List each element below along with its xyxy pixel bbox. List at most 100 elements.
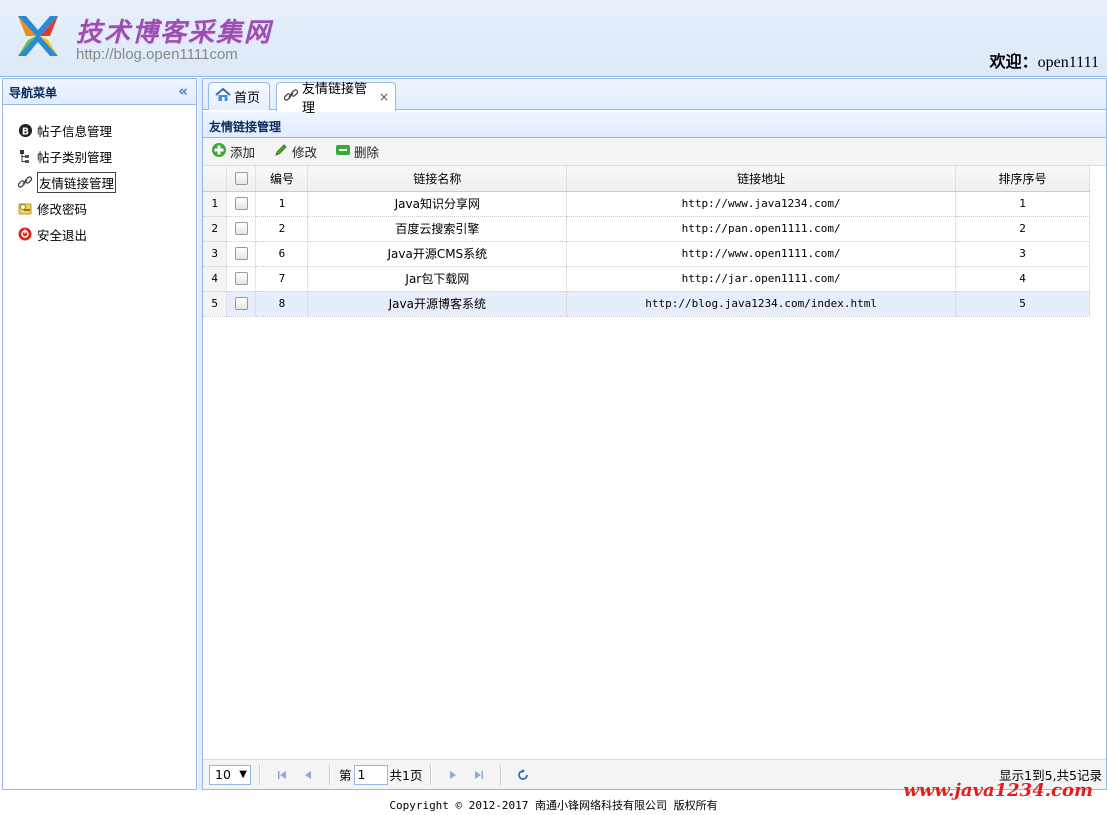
cell-order: 3 [955, 241, 1090, 267]
row-select-cell [226, 291, 257, 317]
welcome-label: 欢迎： [989, 54, 1038, 71]
row-checkbox[interactable] [234, 272, 248, 286]
cell-url: http://blog.java1234.com/index.html [566, 291, 957, 317]
sidebar-item-logout[interactable]: 安全退出 [3, 221, 196, 247]
add-icon [211, 142, 227, 161]
row-number: 1 [203, 191, 228, 217]
cell-order: 5 [955, 291, 1090, 317]
chevron-down-icon: ▼ [239, 769, 247, 780]
row-select-cell [226, 191, 257, 217]
row-number: 5 [203, 291, 228, 317]
pager-divider [500, 764, 503, 785]
sidebar-title: 导航菜单 [9, 86, 58, 100]
watermark-text: www.java1234.com [903, 780, 1093, 801]
remove-icon [335, 144, 351, 159]
delete-label: 删除 [354, 145, 380, 160]
row-checkbox[interactable] [234, 247, 248, 261]
tab-home[interactable]: 首页 [208, 82, 270, 110]
col-header-url[interactable]: 链接地址 [566, 166, 957, 192]
close-icon[interactable]: × [379, 90, 389, 104]
row-checkbox[interactable] [234, 197, 248, 211]
site-title: 技术博客采集网 [76, 18, 273, 48]
sidebar-item-label: 帖子信息管理 [37, 123, 113, 139]
page-number-input[interactable]: 1 [353, 764, 388, 785]
cell-url: http://pan.open1111.com/ [566, 216, 957, 242]
refresh-icon[interactable] [515, 767, 531, 783]
row-number: 3 [203, 241, 228, 267]
link-icon [17, 174, 33, 190]
col-header-id[interactable]: 编号 [255, 166, 309, 192]
cell-id: 2 [255, 216, 309, 242]
cell-name: Java知识分享网 [307, 191, 568, 217]
cell-name: Java开源博客系统 [307, 291, 568, 317]
prev-page-icon[interactable] [300, 767, 316, 783]
key-icon [17, 200, 33, 216]
tab-friend-links[interactable]: 友情链接管理 × [276, 82, 396, 116]
app-header: 技术博客采集网 http://blog.open1111com 欢迎：open1… [0, 0, 1107, 77]
pager-divider [259, 764, 261, 785]
sidebar-header: 导航菜单 « [3, 79, 196, 105]
row-checkbox[interactable] [234, 297, 248, 311]
select-all-header [226, 166, 257, 192]
edit-button[interactable]: 修改 [273, 142, 317, 161]
row-number: 4 [203, 266, 228, 292]
table-row[interactable]: 5 8 Java开源博客系统 http://blog.java1234.com/… [203, 291, 1090, 317]
cell-id: 8 [255, 291, 309, 317]
cell-order: 1 [955, 191, 1090, 217]
pager-divider [430, 764, 433, 785]
rownum-header [203, 166, 228, 192]
welcome-text: 欢迎：open1111 [990, 48, 1099, 72]
sidebar-item-label: 安全退出 [37, 227, 88, 243]
cell-name: Java开源CMS系统 [307, 241, 568, 267]
next-page-icon[interactable] [445, 767, 461, 783]
tab-label: 首页 [234, 91, 261, 106]
tree-icon [17, 148, 33, 164]
row-select-cell [226, 241, 257, 267]
row-checkbox[interactable] [234, 222, 248, 236]
collapse-icon[interactable]: « [178, 82, 188, 100]
add-button[interactable]: 添加 [211, 142, 255, 161]
table-row[interactable]: 3 6 Java开源CMS系统 http://www.open1111.com/… [203, 241, 1090, 267]
table-row[interactable]: 2 2 百度云搜索引擎 http://pan.open1111.com/ 2 [203, 216, 1090, 242]
sidebar-item-post-category[interactable]: 帖子类别管理 [3, 143, 196, 169]
cell-id: 1 [255, 191, 309, 217]
username: open1111 [1037, 54, 1099, 71]
exit-icon [17, 226, 33, 242]
blog-icon: B [17, 122, 33, 138]
col-header-name[interactable]: 链接名称 [307, 166, 568, 192]
table-row[interactable]: 1 1 Java知识分享网 http://www.java1234.com/ 1 [203, 191, 1090, 217]
home-icon [215, 87, 231, 106]
svg-text:B: B [21, 126, 28, 137]
sidebar-item-label: 友情链接管理 [37, 171, 117, 193]
cell-name: Jar包下载网 [307, 266, 568, 292]
links-table: 编号 链接名称 链接地址 排序序号 1 1 Java知识分享网 http://w… [203, 166, 1090, 317]
toolbar: 添加 修改 删除 [203, 138, 1106, 166]
pencil-icon [273, 142, 289, 161]
sidebar-item-label: 修改密码 [37, 201, 88, 217]
page-size-value: 10 [215, 767, 231, 782]
sidebar-item-post-info[interactable]: B 帖子信息管理 [3, 117, 196, 143]
sidebar-menu: B 帖子信息管理 帖子类别管理 友情链接管理 修改密码 安全退出 [3, 105, 196, 247]
row-number: 2 [203, 216, 228, 242]
select-all-checkbox[interactable] [234, 172, 248, 186]
table-row[interactable]: 4 7 Jar包下载网 http://jar.open1111.com/ 4 [203, 266, 1090, 292]
first-page-icon[interactable] [274, 767, 290, 783]
sidebar-item-friend-links[interactable]: 友情链接管理 [3, 169, 196, 195]
sidebar-item-change-password[interactable]: 修改密码 [3, 195, 196, 221]
row-select-cell [226, 266, 257, 292]
cell-order: 4 [955, 266, 1090, 292]
col-header-order[interactable]: 排序序号 [955, 166, 1090, 192]
last-page-icon[interactable] [471, 767, 487, 783]
cell-id: 6 [255, 241, 309, 267]
cell-url: http://www.open1111.com/ [566, 241, 957, 267]
cell-order: 2 [955, 216, 1090, 242]
cell-id: 7 [255, 266, 309, 292]
site-url: http://blog.open1111com [76, 46, 238, 63]
sidebar-item-label: 帖子类别管理 [37, 149, 113, 165]
page-size-select[interactable]: 10 ▼ [209, 764, 251, 785]
delete-button[interactable]: 删除 [335, 142, 379, 161]
cell-name: 百度云搜索引擎 [307, 216, 568, 242]
page-total: 共1页 [389, 768, 423, 783]
link-icon [283, 87, 299, 107]
main-panel: 首页 友情链接管理 × 友情链接管理 添加 修改 删除 编号 链接名称 链接地址… [202, 78, 1107, 790]
